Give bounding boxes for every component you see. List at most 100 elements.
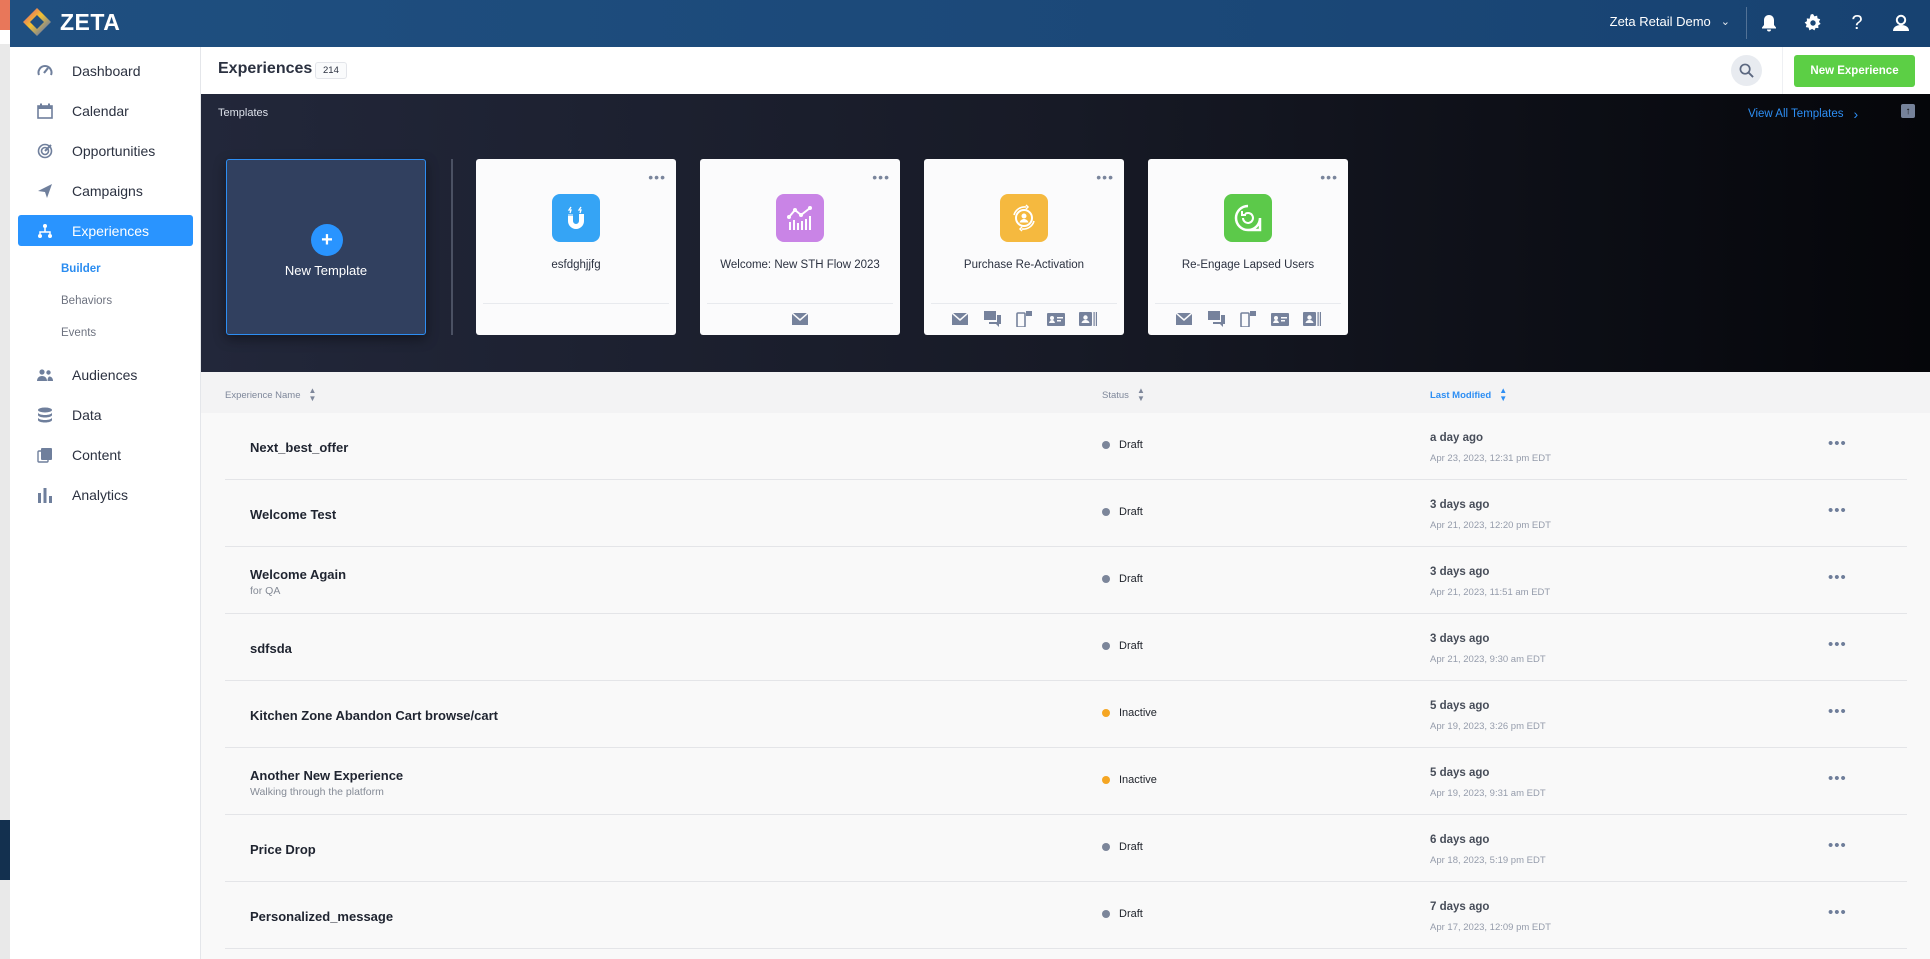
status-dot-icon xyxy=(1102,709,1110,717)
sidebar-item-label: Opportunities xyxy=(72,142,156,159)
template-name: Re-Engage Lapsed Users xyxy=(1181,259,1315,271)
table-row[interactable]: Welcome Again for QA Draft 3 days ago Apr 21… xyxy=(225,547,1907,614)
table-row[interactable]: Kitchen Zone Abandon Cart browse/cart Ina… xyxy=(225,681,1907,748)
sidebar-item-campaigns[interactable]: Campaigns xyxy=(18,175,193,206)
account-switcher[interactable]: Zeta Retail Demo ⌄ xyxy=(1610,14,1730,29)
sidebar-subitem-events[interactable]: Events xyxy=(61,327,96,339)
status-badge: Inactive xyxy=(1102,774,1157,786)
table-row[interactable]: Next_best_offer Draft a day ago Apr 23, 202… xyxy=(225,413,1907,480)
table-row[interactable]: sdfsda Draft 3 days ago Apr 21, 2023, 9:30 … xyxy=(225,614,1907,681)
mobile-push-icon xyxy=(1239,311,1257,327)
experience-name[interactable]: Personalized_message xyxy=(250,909,393,924)
search-button[interactable] xyxy=(1731,55,1762,86)
divider xyxy=(483,303,669,304)
status-dot-icon xyxy=(1102,776,1110,784)
id-card-icon xyxy=(1271,311,1289,327)
sidebar-item-opportunities[interactable]: Opportunities xyxy=(18,135,193,166)
collapse-templates-button[interactable]: ↑ xyxy=(1901,104,1915,118)
row-more-options-icon[interactable]: ••• xyxy=(1828,502,1847,519)
page-header: Experiences 214 New Experience xyxy=(201,47,1930,94)
sidebar-subitem-behaviors[interactable]: Behaviors xyxy=(61,295,112,307)
background-window-fragment xyxy=(0,0,10,30)
experience-name[interactable]: Price Drop xyxy=(250,842,316,857)
row-more-options-icon[interactable]: ••• xyxy=(1828,703,1847,720)
column-header-last-modified[interactable]: Last Modified ▲ ▼ xyxy=(1430,387,1507,403)
sidebar-item-dashboard[interactable]: Dashboard xyxy=(18,55,193,86)
status-label: Draft xyxy=(1119,506,1143,518)
table-row[interactable]: Personalized_message Draft 7 days ago Apr 1… xyxy=(225,882,1907,949)
sidebar-item-audiences[interactable]: Audiences xyxy=(18,359,193,390)
new-experience-button[interactable]: New Experience xyxy=(1794,55,1915,87)
background-window-fragment xyxy=(0,30,10,44)
id-card-icon xyxy=(1047,311,1065,327)
last-modified-timestamp: Apr 21, 2023, 9:30 am EDT xyxy=(1430,654,1546,665)
row-more-options-icon[interactable]: ••• xyxy=(1828,435,1847,452)
search-icon xyxy=(1739,63,1754,78)
help-icon[interactable]: ? xyxy=(1845,11,1869,35)
row-more-options-icon[interactable]: ••• xyxy=(1828,837,1847,854)
more-options-icon[interactable]: ••• xyxy=(1320,169,1338,185)
last-modified-relative: 3 days ago xyxy=(1430,566,1490,578)
user-cycle-icon xyxy=(1000,194,1048,242)
sidebar-item-experiences[interactable]: Experiences xyxy=(18,215,193,246)
people-icon xyxy=(36,366,54,384)
template-card[interactable]: ••• Re-Engage Lapsed Users xyxy=(1148,159,1348,335)
template-card[interactable]: ••• Welcome: New STH Flow 2023 xyxy=(700,159,900,335)
last-modified-timestamp: Apr 21, 2023, 12:20 pm EDT xyxy=(1430,520,1551,531)
database-icon xyxy=(36,406,54,424)
zeta-logo[interactable]: ZETA xyxy=(22,7,120,37)
mobile-push-icon xyxy=(1015,311,1033,327)
table-row[interactable]: Welcome Test Draft 3 days ago Apr 21, 2023,… xyxy=(225,480,1907,547)
last-modified-relative: a day ago xyxy=(1430,432,1484,444)
bell-icon[interactable] xyxy=(1757,11,1781,35)
experience-name[interactable]: Welcome Again xyxy=(250,567,346,582)
more-options-icon[interactable]: ••• xyxy=(872,169,890,185)
templates-heading: Templates xyxy=(218,107,269,119)
status-dot-icon xyxy=(1102,508,1110,516)
sidebar-item-content[interactable]: Content xyxy=(18,439,193,470)
user-icon[interactable] xyxy=(1889,11,1913,35)
table-row[interactable]: Price Drop Draft 6 days ago Apr 18, 2023, 5… xyxy=(225,815,1907,882)
status-dot-icon xyxy=(1102,575,1110,583)
sidebar-item-label: Campaigns xyxy=(72,182,143,199)
experience-name[interactable]: sdfsda xyxy=(250,641,292,656)
email-icon xyxy=(1175,311,1193,327)
experience-name[interactable]: Kitchen Zone Abandon Cart browse/cart xyxy=(250,708,498,723)
sidebar-item-calendar[interactable]: Calendar xyxy=(18,95,193,126)
status-badge: Draft xyxy=(1102,439,1143,451)
sort-icon: ▲ ▼ xyxy=(1499,386,1508,403)
last-modified-relative: 7 days ago xyxy=(1430,901,1490,913)
divider xyxy=(1155,303,1341,304)
paper-plane-icon xyxy=(36,182,54,200)
row-more-options-icon[interactable]: ••• xyxy=(1828,904,1847,921)
template-card[interactable]: ••• esfdghjjfg xyxy=(476,159,676,335)
template-name: esfdghjjfg xyxy=(551,259,601,271)
row-more-options-icon[interactable]: ••• xyxy=(1828,569,1847,586)
status-label: Draft xyxy=(1119,908,1143,920)
row-more-options-icon[interactable]: ••• xyxy=(1828,770,1847,787)
experience-name[interactable]: Welcome Test xyxy=(250,507,336,522)
template-card[interactable]: ••• Purchase Re-Activation xyxy=(924,159,1124,335)
sidebar-item-label: Audiences xyxy=(72,366,138,383)
experience-name[interactable]: Next_best_offer xyxy=(250,440,348,455)
sidebar-item-analytics[interactable]: Analytics xyxy=(18,479,193,510)
experience-description: Walking through the platform xyxy=(250,786,384,798)
new-template-label: New Template xyxy=(284,263,368,278)
sidebar-item-data[interactable]: Data xyxy=(18,399,193,430)
more-options-icon[interactable]: ••• xyxy=(1096,169,1114,185)
last-modified-relative: 5 days ago xyxy=(1430,767,1490,779)
sidebar: Dashboard Calendar Opportunities Campaig… xyxy=(10,47,201,959)
new-template-card[interactable]: + New Template xyxy=(226,159,426,335)
column-header-name[interactable]: Experience Name ▲ ▼ xyxy=(225,387,316,403)
column-header-status[interactable]: Status ▲ ▼ xyxy=(1102,387,1145,403)
table-row[interactable]: Another New Experience Walking through th… xyxy=(225,748,1907,815)
calendar-icon xyxy=(36,102,54,120)
more-options-icon[interactable]: ••• xyxy=(648,169,666,185)
status-label: Draft xyxy=(1119,439,1143,451)
row-more-options-icon[interactable]: ••• xyxy=(1828,636,1847,653)
email-icon xyxy=(791,311,809,327)
sidebar-subitem-builder[interactable]: Builder xyxy=(61,263,101,275)
experience-name[interactable]: Another New Experience xyxy=(250,768,403,783)
gear-icon[interactable] xyxy=(1801,11,1825,35)
view-all-templates-link[interactable]: View All Templates › xyxy=(1748,106,1858,122)
